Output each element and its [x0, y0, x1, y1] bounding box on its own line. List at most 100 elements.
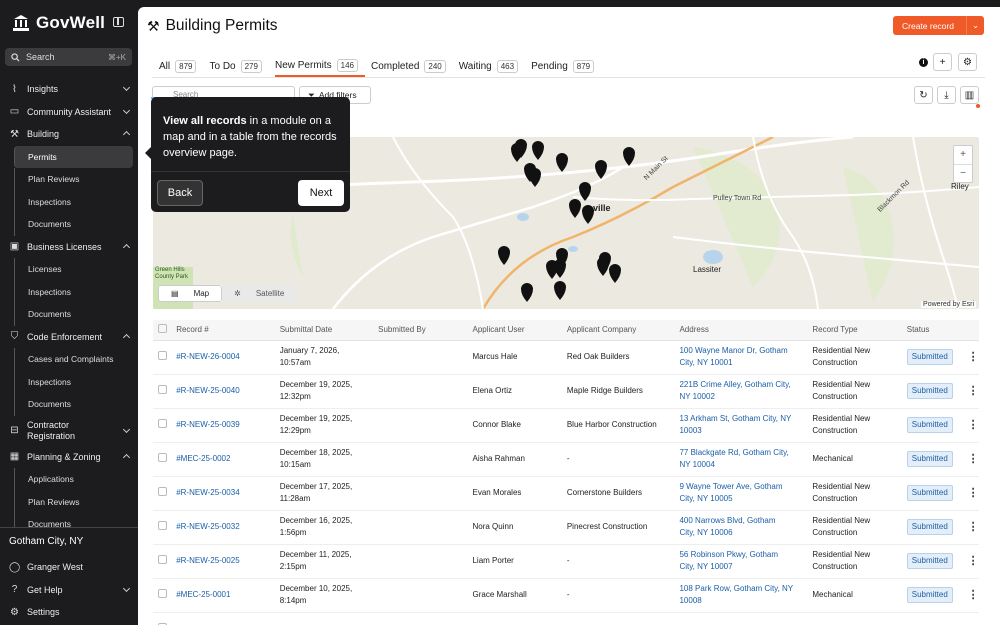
- tab-pending[interactable]: Pending 879: [531, 56, 601, 77]
- add-tab-button[interactable]: +: [933, 53, 952, 71]
- row-checkbox-cell[interactable]: [153, 578, 168, 613]
- sidebar-item-inspections[interactable]: Inspections: [14, 370, 138, 393]
- column-header[interactable]: Applicant User: [463, 320, 558, 341]
- more-vertical-icon[interactable]: ⋮: [968, 521, 979, 533]
- more-vertical-icon[interactable]: ⋮: [968, 487, 979, 499]
- address-link[interactable]: 108 Park Row, Gotham City, NY: [679, 583, 803, 595]
- row-checkbox[interactable]: [158, 350, 167, 360]
- sidebar-item-documents[interactable]: Documents: [14, 303, 138, 326]
- row-checkbox[interactable]: [158, 486, 167, 496]
- record-number-cell[interactable]: [167, 612, 271, 625]
- select-all-checkbox[interactable]: [158, 324, 167, 334]
- table-row[interactable]: #MEC-25-0001 December 10, 2025, 8:14pm Grac…: [153, 578, 979, 613]
- row-actions-cell[interactable]: ⋮: [958, 340, 979, 375]
- columns-button[interactable]: ▥: [960, 86, 979, 104]
- row-actions-cell[interactable]: ⋮: [958, 442, 979, 477]
- record-number-cell[interactable]: #R-NEW-25-0034: [167, 476, 271, 511]
- record-number-cell[interactable]: #R-NEW-25-0025: [167, 544, 271, 579]
- address-link[interactable]: 9 Wayne Tower Ave, Gotham: [679, 481, 803, 493]
- record-link[interactable]: #R-NEW-25-0034: [176, 488, 239, 497]
- sidebar-item-code-enforcement[interactable]: ⛉ Code Enforcement: [0, 326, 138, 349]
- record-link[interactable]: #R-NEW-25-0039: [176, 420, 239, 429]
- column-header[interactable]: Submitted By: [369, 320, 464, 341]
- settings[interactable]: ⚙ Settings: [0, 601, 138, 624]
- address-cell[interactable]: 13 Arkham St, Gotham City, NY 10003: [670, 408, 804, 443]
- address-cell[interactable]: 9 Wayne Tower Ave, Gotham City, NY 10005: [670, 476, 804, 511]
- sidebar-item-cases-complaints[interactable]: Cases and Complaints: [14, 348, 138, 371]
- row-checkbox[interactable]: [158, 384, 167, 394]
- map-toggle-satellite[interactable]: ✲ Satellite: [222, 285, 297, 302]
- record-link[interactable]: #R-NEW-25-0025: [176, 556, 239, 565]
- row-checkbox-cell[interactable]: [153, 476, 168, 511]
- address-cell[interactable]: 100 Wayne Manor Dr, Gotham City, NY 10001: [670, 340, 804, 375]
- create-record-button[interactable]: Create record ⌄: [893, 16, 984, 35]
- get-help[interactable]: ? Get Help: [0, 579, 138, 602]
- sidebar-item-documents[interactable]: Documents: [14, 393, 138, 416]
- table-row[interactable]: #MEC-25-0002 December 18, 2025, 10:15am Ais…: [153, 442, 979, 477]
- more-vertical-icon[interactable]: ⋮: [968, 351, 979, 363]
- address-link[interactable]: 221B Crime Alley, Gotham City,: [679, 379, 803, 391]
- column-header[interactable]: Submittal Date: [270, 320, 370, 341]
- table-row[interactable]: #R-NEW-25-0040 December 19, 2025, 12:32pm E…: [153, 374, 979, 409]
- sidebar-item-plan-reviews[interactable]: Plan Reviews: [14, 490, 138, 513]
- tooltip-next-button[interactable]: Next: [298, 180, 344, 206]
- address-link-line2[interactable]: City, NY 10007: [679, 561, 803, 573]
- record-number-cell[interactable]: #R-NEW-26-0004: [167, 340, 271, 375]
- address-link-line2[interactable]: City, NY 10006: [679, 527, 803, 539]
- row-actions-cell[interactable]: ⋮: [958, 510, 979, 545]
- tab-all[interactable]: All 879: [159, 56, 203, 77]
- table-row[interactable]: #R-NEW-25-0034 December 17, 2025, 11:28am E…: [153, 476, 979, 511]
- tab-to-do[interactable]: To Do 279: [209, 56, 268, 77]
- zoom-out-button[interactable]: −: [954, 164, 972, 182]
- sidebar-item-community-assistant[interactable]: ▭ Community Assistant: [0, 101, 138, 124]
- address-link[interactable]: 77 Blackgate Rd, Gotham City,: [679, 447, 803, 459]
- address-link-line2[interactable]: City, NY 10005: [679, 493, 803, 505]
- info-icon[interactable]: i: [919, 58, 928, 67]
- row-checkbox[interactable]: [158, 588, 167, 598]
- row-checkbox-cell[interactable]: [153, 612, 168, 625]
- row-checkbox-cell[interactable]: [153, 340, 168, 375]
- address-link[interactable]: 56 Robinson Pkwy, Gotham: [679, 549, 803, 561]
- table-row[interactable]: #R-NEW-25-0039 December 19, 2025, 12:29pm C…: [153, 408, 979, 443]
- record-number-cell[interactable]: #R-NEW-25-0040: [167, 374, 271, 409]
- address-cell[interactable]: 12 Iceberg Ln, Gotham City, NY: [670, 612, 804, 625]
- tab-completed[interactable]: Completed 240: [371, 56, 453, 77]
- zoom-in-button[interactable]: +: [954, 146, 972, 164]
- row-checkbox-cell[interactable]: [153, 442, 168, 477]
- address-link-line2[interactable]: 10003: [679, 425, 803, 437]
- column-header[interactable]: Address: [670, 320, 804, 341]
- sidebar-item-inspections[interactable]: Inspections: [14, 280, 138, 303]
- app-logo[interactable]: GovWell: [12, 13, 105, 33]
- table-row[interactable]: #R-NEW-26-0004 January 7, 2026, 10:57am Mar…: [153, 340, 979, 375]
- record-number-cell[interactable]: #MEC-25-0001: [167, 578, 271, 613]
- address-link-line2[interactable]: NY 10002: [679, 391, 803, 403]
- address-cell[interactable]: 221B Crime Alley, Gotham City, NY 10002: [670, 374, 804, 409]
- sidebar-item-licenses[interactable]: Licenses: [14, 258, 138, 281]
- row-checkbox-cell[interactable]: [153, 510, 168, 545]
- address-link[interactable]: 400 Narrows Blvd, Gotham: [679, 515, 803, 527]
- tab-settings-button[interactable]: ⚙: [958, 53, 977, 71]
- sidebar-item-documents[interactable]: Documents: [14, 213, 138, 236]
- address-cell[interactable]: 56 Robinson Pkwy, Gotham City, NY 10007: [670, 544, 804, 579]
- record-link[interactable]: #R-NEW-25-0040: [176, 386, 239, 395]
- record-link[interactable]: #MEC-25-0001: [176, 590, 230, 599]
- sidebar-item-building[interactable]: ⚒ Building: [0, 123, 138, 146]
- sidebar-item-applications[interactable]: Applications: [14, 468, 138, 491]
- record-link[interactable]: #R-NEW-25-0032: [176, 522, 239, 531]
- row-actions-cell[interactable]: ⋮: [958, 544, 979, 579]
- row-checkbox-cell[interactable]: [153, 408, 168, 443]
- address-link-line2[interactable]: NY 10004: [679, 459, 803, 471]
- row-checkbox[interactable]: [158, 554, 167, 564]
- sidebar-item-insights[interactable]: ⌇ Insights: [0, 78, 138, 101]
- address-cell[interactable]: 108 Park Row, Gotham City, NY 10008: [670, 578, 804, 613]
- download-button[interactable]: ⤓: [937, 86, 956, 104]
- column-header[interactable]: Record #: [167, 320, 271, 341]
- map-toggle-map[interactable]: ▤ Map: [158, 285, 223, 302]
- row-checkbox[interactable]: [158, 452, 167, 462]
- row-actions-cell[interactable]: ⋮: [958, 408, 979, 443]
- chevron-down-icon[interactable]: ⌄: [966, 16, 984, 35]
- record-link[interactable]: #R-NEW-26-0004: [176, 352, 239, 361]
- column-header[interactable]: Applicant Company: [557, 320, 671, 341]
- user-menu[interactable]: ◯ Granger West: [0, 556, 138, 579]
- record-number-cell[interactable]: #MEC-25-0002: [167, 442, 271, 477]
